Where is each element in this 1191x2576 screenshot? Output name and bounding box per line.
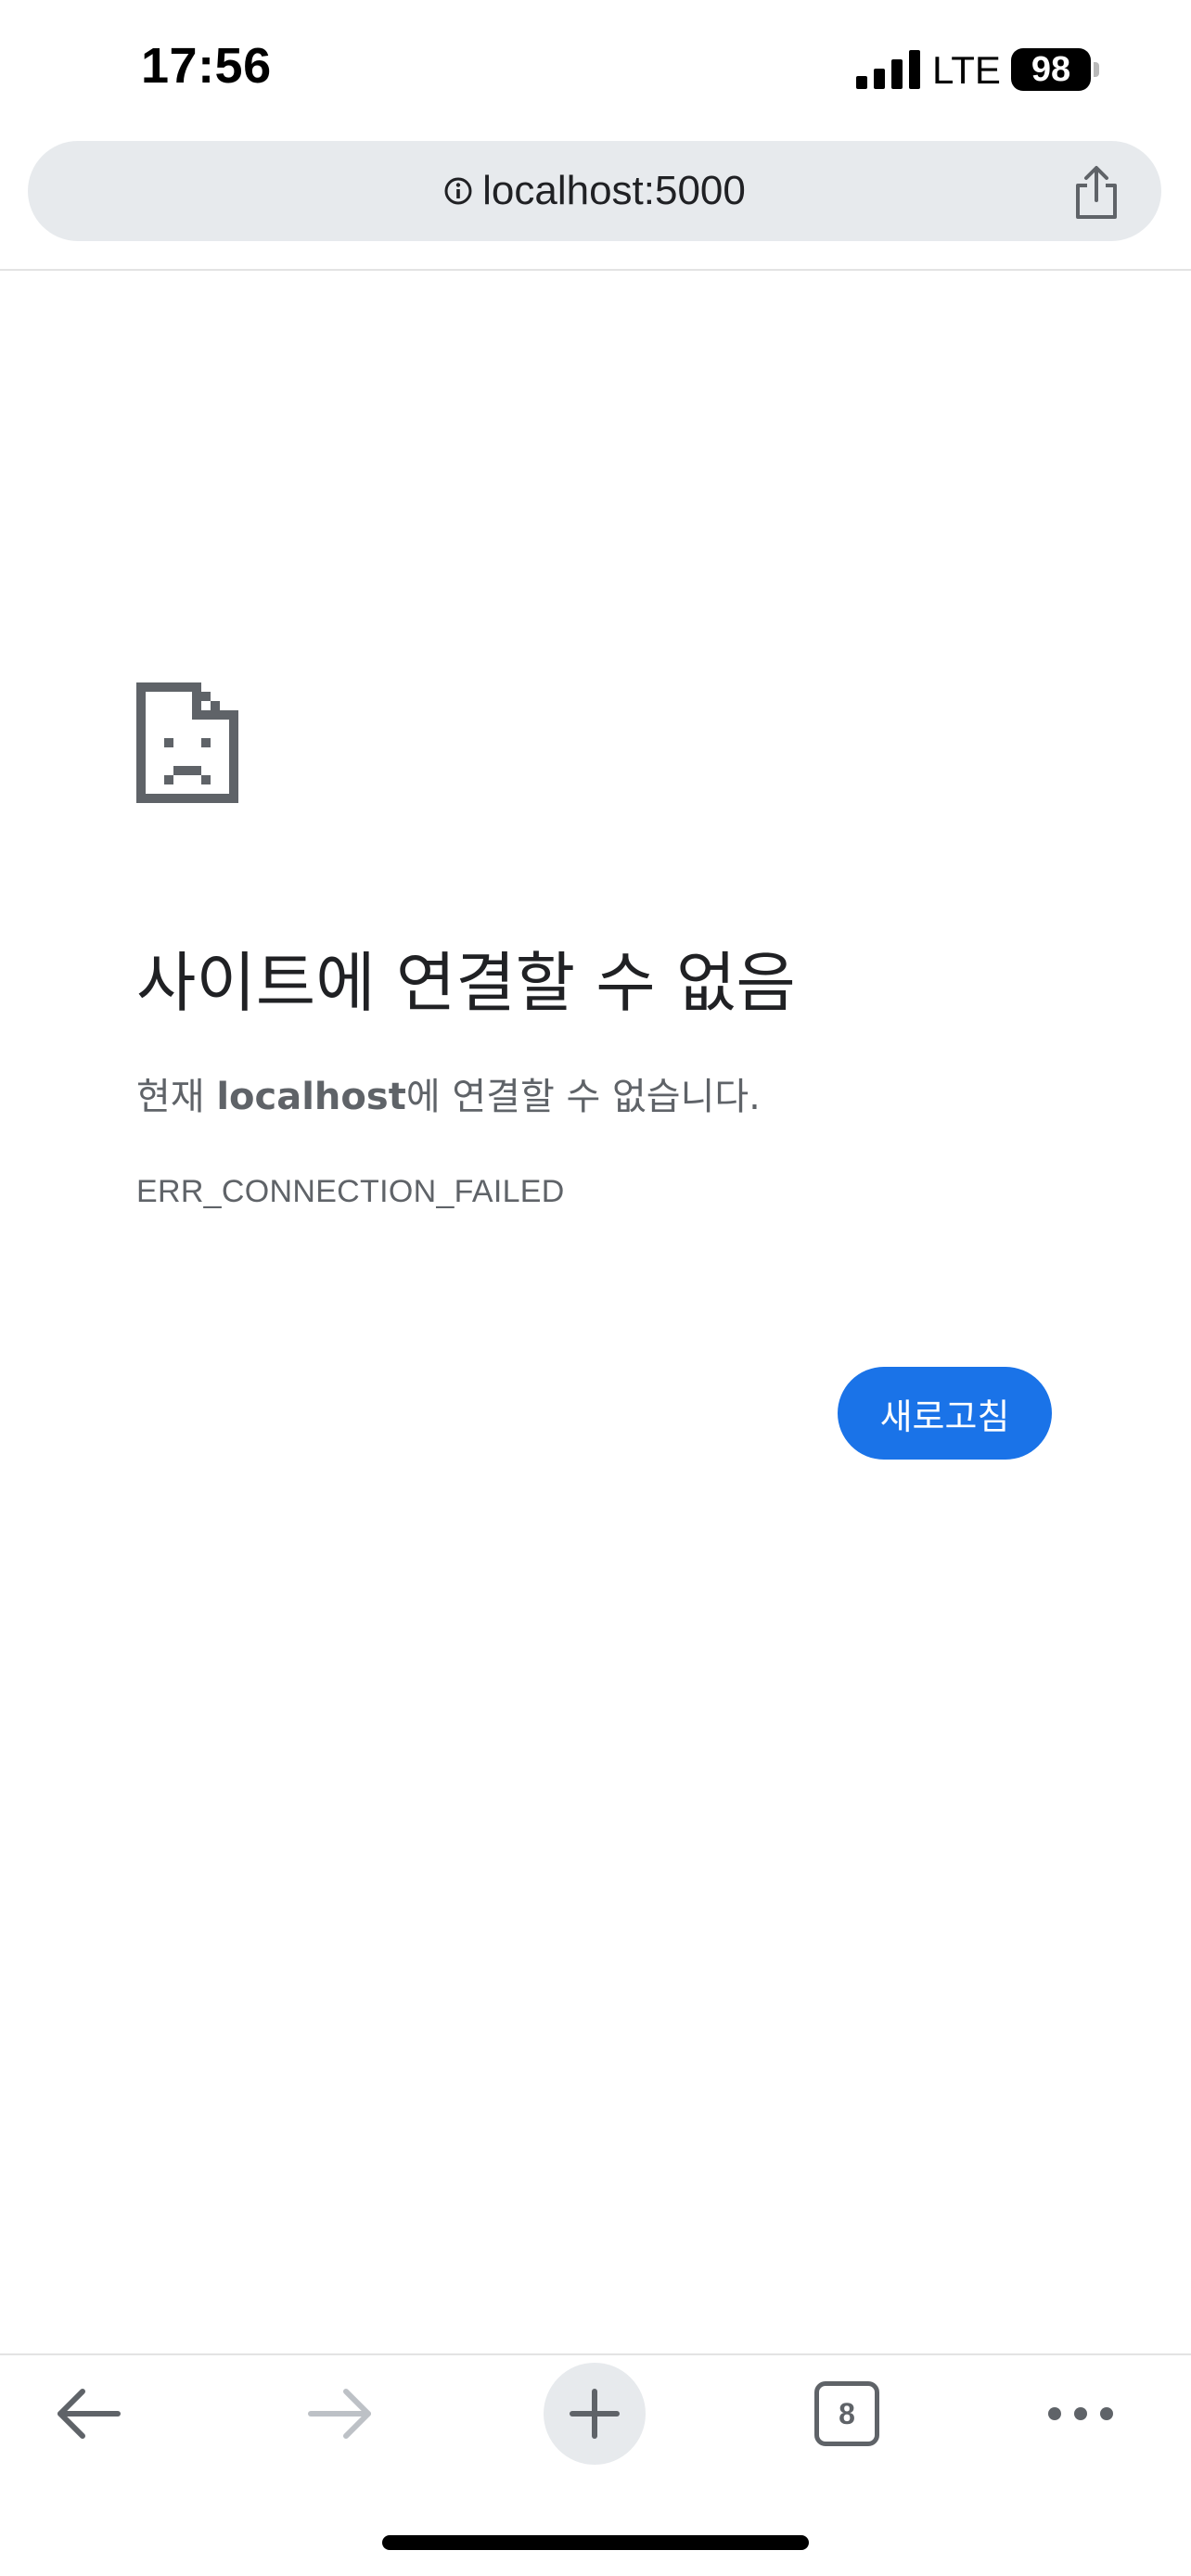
error-host: localhost: [216, 1076, 406, 1118]
error-code: ERR_CONNECTION_FAILED: [136, 1174, 565, 1209]
more-icon: [1048, 2407, 1113, 2420]
url-text[interactable]: localhost:5000: [482, 168, 746, 214]
sad-page-icon: [136, 682, 238, 803]
battery-tip: [1094, 62, 1099, 77]
signal-icon: [856, 50, 920, 89]
share-icon[interactable]: [1070, 165, 1122, 221]
status-time: 17:56: [141, 38, 272, 94]
address-bar[interactable]: localhost:5000: [28, 141, 1161, 241]
network-type: LTE: [932, 48, 1001, 92]
error-description: 현재 localhost에 연결할 수 없습니다.: [136, 1066, 761, 1120]
error-desc-prefix: 현재: [136, 1076, 217, 1118]
toolbar-divider: [0, 2353, 1191, 2355]
tab-count: 8: [814, 2381, 879, 2446]
error-title: 사이트에 연결할 수 없음: [136, 945, 796, 1021]
new-tab-button[interactable]: [544, 2363, 646, 2465]
back-icon: [58, 2389, 121, 2439]
forward-icon: [308, 2389, 371, 2439]
battery-level: 98: [1011, 48, 1091, 91]
plus-icon: [570, 2389, 620, 2439]
status-bar: 17:56 LTE 98: [0, 0, 1191, 139]
error-desc-suffix: 에 연결할 수 없습니다.: [405, 1076, 761, 1118]
url-container[interactable]: localhost:5000: [28, 141, 1161, 241]
tab-switcher-button[interactable]: 8: [796, 2363, 898, 2465]
forward-button[interactable]: [289, 2363, 391, 2465]
more-menu-button[interactable]: [1030, 2363, 1132, 2465]
reload-button[interactable]: 새로고침: [838, 1367, 1052, 1460]
info-icon: [444, 177, 472, 205]
home-indicator[interactable]: [382, 2535, 809, 2550]
header-divider: [0, 269, 1191, 271]
back-button[interactable]: [37, 2363, 139, 2465]
